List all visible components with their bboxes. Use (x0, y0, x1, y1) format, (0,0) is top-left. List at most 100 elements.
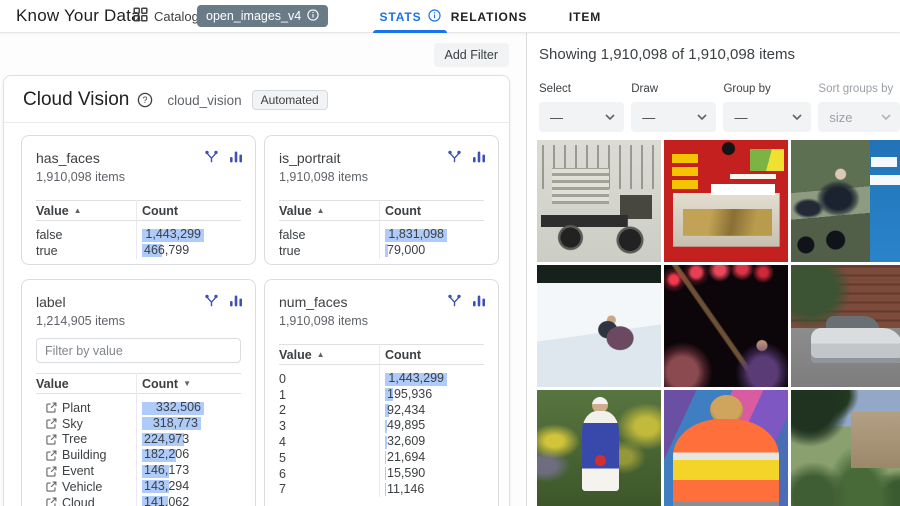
table-row[interactable]: Plant332,506 (36, 400, 241, 416)
row-count: 195,936 (387, 387, 432, 403)
svg-text:?: ? (143, 95, 148, 105)
table-row[interactable]: Tree224,973 (36, 432, 241, 448)
count-column-header[interactable]: Count (379, 204, 484, 218)
info-icon[interactable] (428, 9, 441, 25)
info-icon[interactable] (307, 9, 319, 24)
table-header: Value▲Count (279, 344, 484, 365)
tab-relations-label: RELATIONS (451, 10, 528, 24)
row-value: true (36, 244, 58, 258)
table-row[interactable]: true79,000 (279, 243, 484, 259)
image-grid (527, 132, 900, 506)
table-row[interactable]: false1,831,098 (279, 227, 484, 243)
row-value: false (279, 228, 305, 242)
group-by-dropdown[interactable]: — (723, 102, 811, 132)
tab-stats-label: STATS (379, 10, 421, 24)
table-row[interactable]: true 466,799 (36, 243, 241, 259)
value-column-header[interactable]: Value▲ (279, 204, 379, 218)
draw-dropdown[interactable]: — (631, 102, 716, 132)
stat-card-has_faces: has_faces1,910,098 itemsValue▲Countfalse… (21, 135, 256, 265)
table-row[interactable]: Building182,206 (36, 447, 241, 463)
bar-chart-icon[interactable] (472, 149, 486, 164)
cloud-vision-section: Cloud Vision ? cloud_vision Automated ha… (3, 75, 510, 506)
browser-controls: Select—Draw—Group by—Sort groups bysize (527, 75, 900, 132)
row-value: 1 (279, 388, 286, 402)
table-row[interactable]: Sky318,773 (36, 416, 241, 432)
table-row[interactable]: 01,443,299 (279, 371, 484, 387)
dataset-chip[interactable]: open_images_v4 (197, 5, 328, 27)
filter-by-value-input[interactable] (36, 338, 241, 363)
row-value: 0 (279, 372, 286, 386)
open-in-new-icon[interactable] (46, 481, 57, 492)
value-column-header[interactable]: Value (36, 377, 136, 391)
open-in-new-icon[interactable] (46, 450, 57, 461)
row-count: 332,506 (142, 400, 204, 416)
table-row[interactable]: 615,590 (279, 466, 484, 482)
help-icon[interactable]: ? (137, 92, 153, 108)
grid-image-truck[interactable] (537, 140, 661, 262)
table-row[interactable]: 432,609 (279, 434, 484, 450)
select-dropdown[interactable]: — (539, 102, 624, 132)
table-row[interactable]: 711,146 (279, 482, 484, 498)
tab-item[interactable]: ITEM (556, 0, 614, 33)
active-tab-indicator (373, 30, 447, 33)
grid-image-car[interactable] (791, 265, 900, 387)
tab-stats[interactable]: STATS (373, 0, 447, 33)
open-in-new-icon[interactable] (46, 497, 57, 506)
card-item-count: 1,910,098 items (279, 170, 484, 184)
grid-view-icon (133, 7, 148, 25)
count-column-header[interactable]: Count (136, 204, 241, 218)
chevron-down-icon (697, 114, 707, 120)
stat-card-num_faces: num_faces1,910,098 itemsValue▲Count01,44… (264, 279, 499, 506)
table-row[interactable]: Cloud141,062 (36, 495, 241, 506)
tab-relations[interactable]: RELATIONS (444, 0, 534, 33)
chevron-down-icon (792, 114, 802, 120)
scatter-plot-icon[interactable] (447, 149, 462, 164)
sort-asc-icon: ▲ (317, 206, 325, 215)
add-filter-button[interactable]: Add Filter (434, 43, 510, 67)
open-in-new-icon[interactable] (46, 418, 57, 429)
card-item-count: 1,214,905 items (36, 314, 241, 328)
sort-groups-by-dropdown[interactable]: size (818, 102, 900, 132)
grid-image-toy[interactable] (664, 140, 788, 262)
grid-image-hivis[interactable] (664, 390, 788, 506)
table-row[interactable]: 349,895 (279, 418, 484, 434)
table-row[interactable]: false1,443,299 (36, 227, 241, 243)
bar-chart-icon[interactable] (229, 293, 243, 308)
catalog-button[interactable]: Catalog (133, 0, 199, 32)
row-count: 224,973 (144, 432, 189, 448)
table-row[interactable]: 1 195,936 (279, 387, 484, 403)
count-column-header[interactable]: Count▼ (136, 377, 241, 391)
open-in-new-icon[interactable] (46, 402, 57, 413)
row-value: 3 (279, 419, 286, 433)
draw-control: Draw— (631, 83, 716, 132)
table-row[interactable]: 292,434 (279, 403, 484, 419)
bar-chart-icon[interactable] (229, 149, 243, 164)
open-in-new-icon[interactable] (46, 434, 57, 445)
grid-image-concert[interactable] (664, 265, 788, 387)
count-bar (385, 451, 386, 464)
stat-card-is_portrait: is_portrait1,910,098 itemsValue▲Countfal… (264, 135, 499, 265)
scatter-plot-icon[interactable] (447, 293, 462, 308)
grid-image-cyclists[interactable] (791, 140, 900, 262)
row-value: Building (62, 448, 106, 462)
row-value: 6 (279, 467, 286, 481)
grid-image-snow[interactable] (537, 265, 661, 387)
card-item-count: 1,910,098 items (279, 314, 484, 328)
value-column-header[interactable]: Value▲ (36, 204, 136, 218)
row-count: 92,434 (387, 403, 425, 419)
table-row[interactable]: Event146,173 (36, 463, 241, 479)
grid-image-courtyard[interactable] (791, 390, 900, 506)
table-row[interactable]: 521,694 (279, 450, 484, 466)
table-row[interactable]: Vehicle143,294 (36, 479, 241, 495)
open-in-new-icon[interactable] (46, 466, 57, 477)
grid-image-scarecrow[interactable] (537, 390, 661, 506)
scatter-plot-icon[interactable] (204, 293, 219, 308)
count-bar (385, 467, 386, 480)
scatter-plot-icon[interactable] (204, 149, 219, 164)
row-count: 466,799 (144, 243, 189, 259)
row-count: 32,609 (387, 434, 425, 450)
count-column-header[interactable]: Count (379, 348, 484, 362)
value-column-header[interactable]: Value▲ (279, 348, 379, 362)
bar-chart-icon[interactable] (472, 293, 486, 308)
row-count: 1,443,299 (142, 227, 204, 243)
